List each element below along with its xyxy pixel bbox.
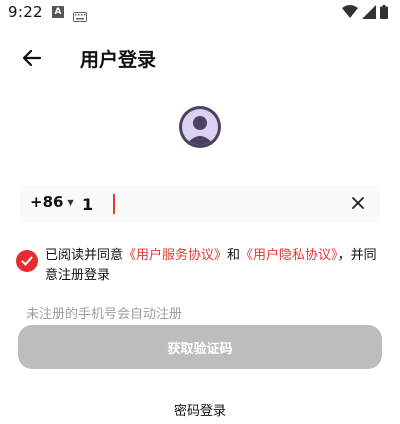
country-code-label: +86 [30, 193, 64, 211]
battery-icon [380, 4, 388, 23]
get-code-button[interactable]: 获取验证码 [18, 325, 382, 369]
back-arrow-icon[interactable] [20, 46, 44, 70]
user-icon [182, 109, 218, 145]
phone-number-input[interactable] [82, 189, 322, 219]
status-time: 9:22 [8, 3, 43, 21]
agreement-conj: 和 [227, 248, 241, 263]
text-cursor [113, 194, 115, 214]
password-login-link[interactable]: 密码登录 [174, 404, 226, 419]
page-title: 用户登录 [80, 49, 157, 71]
country-code-selector[interactable]: +86 ▼ [30, 193, 74, 211]
status-bar: 9:22 A [0, 0, 400, 26]
keyboard-icon [73, 7, 87, 26]
agreement-prefix: 已阅读并同意 [45, 248, 124, 263]
wifi-icon [342, 4, 358, 23]
phone-input-row: +86 ▼ [20, 185, 380, 223]
privacy-agreement-link[interactable]: 《用户隐私协议》 [240, 248, 338, 263]
avatar [179, 106, 221, 148]
agreement-text: 已阅读并同意《用户服务协议》和《用户隐私协议》，并同意注册登录 [45, 246, 385, 286]
auto-register-hint: 未注册的手机号会自动注册 [26, 307, 183, 322]
clear-icon[interactable] [350, 195, 366, 211]
service-agreement-link[interactable]: 《用户服务协议》 [123, 248, 227, 263]
agreement-checkbox[interactable] [16, 250, 38, 272]
signal-icon [362, 4, 376, 23]
notification-a-icon: A [52, 6, 64, 18]
checkmark-icon [21, 256, 33, 266]
app-bar: 用户登录 [0, 38, 400, 78]
caret-down-icon: ▼ [67, 197, 74, 207]
password-login-row: 密码登录 [0, 400, 400, 419]
